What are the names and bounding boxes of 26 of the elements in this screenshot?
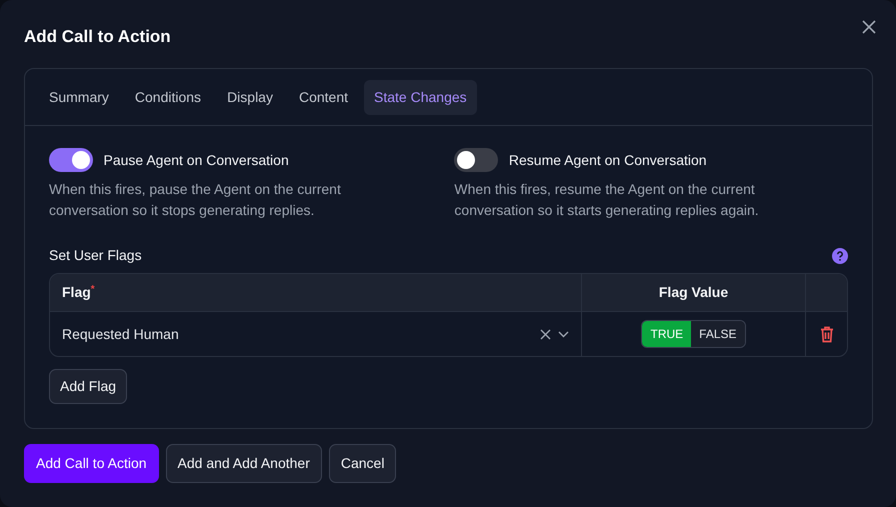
toggle-description: When this fires, resume the Agent on the current conversation so it starts generating replies again. xyxy=(454,180,760,220)
toggle-switch[interactable] xyxy=(454,148,498,172)
footer-button[interactable]: Cancel xyxy=(328,444,396,483)
toggle-option[interactable]: FALSE xyxy=(691,321,745,348)
column-header: Flag$^{*}$ xyxy=(62,283,95,302)
toggle-label: Pause Agent on Conversation xyxy=(104,150,289,170)
flag-select-value[interactable]: Requested Human xyxy=(62,324,179,345)
column-header: Flag Value xyxy=(658,283,728,302)
section-title: Set User Flags xyxy=(49,246,142,266)
submit-button[interactable]: Add Call to Action xyxy=(24,444,159,483)
dialog-title: Add Call to Action xyxy=(24,27,172,48)
tab[interactable]: State Changes xyxy=(364,80,477,116)
tab[interactable]: Conditions xyxy=(124,80,212,116)
add-flag-button[interactable]: Add Flag xyxy=(49,369,128,404)
close-icon[interactable] xyxy=(860,18,878,36)
toggle-description: When this fires, pause the Agent on the current conversation so it stops generating replies. xyxy=(49,180,342,220)
trash-icon[interactable] xyxy=(820,326,834,343)
toggle-switch[interactable] xyxy=(49,148,93,172)
tab[interactable]: Display xyxy=(217,80,283,116)
footer-button[interactable]: Add and Add Another xyxy=(166,444,322,483)
clear-icon[interactable] xyxy=(540,328,551,340)
toggle-label: Resume Agent on Conversation xyxy=(508,150,707,170)
tab[interactable]: Summary xyxy=(39,80,119,116)
chevron-down-icon[interactable] xyxy=(558,330,569,338)
tab[interactable]: Content xyxy=(288,80,358,116)
help-icon[interactable] xyxy=(832,248,848,264)
